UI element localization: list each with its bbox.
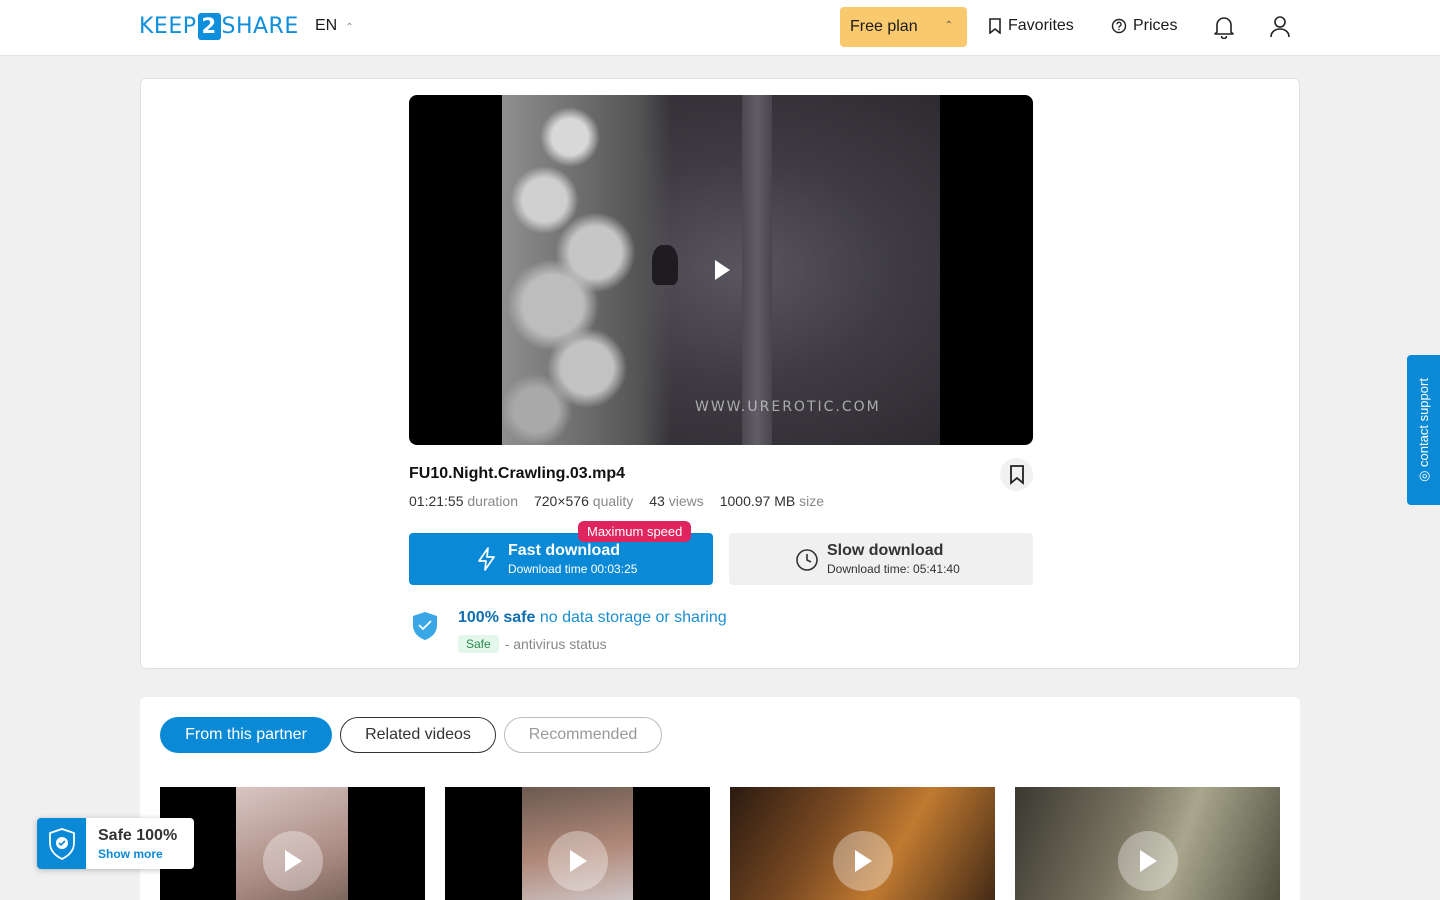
video-thumbnail[interactable] xyxy=(445,787,710,900)
prices-link[interactable]: Prices xyxy=(1111,17,1177,35)
contact-support-label: ◎ contact support xyxy=(1415,378,1431,482)
user-icon xyxy=(1270,16,1290,38)
bookmark-icon xyxy=(1009,464,1024,485)
play-button[interactable] xyxy=(548,831,608,891)
fast-download-time: Download time 00:03:25 xyxy=(508,562,638,576)
slow-download-title: Slow download xyxy=(827,542,944,559)
antivirus-status: Safe - antivirus status xyxy=(458,635,607,653)
meta-duration: 01:21:55 duration xyxy=(409,493,518,509)
status-badge: Safe xyxy=(458,635,499,653)
play-icon xyxy=(855,850,872,872)
help-circle-icon xyxy=(1111,18,1127,34)
video-foliage xyxy=(502,95,672,445)
tab-related-videos[interactable]: Related videos xyxy=(340,717,496,753)
plan-label: Free plan xyxy=(850,18,918,35)
favorites-link[interactable]: Favorites xyxy=(988,17,1074,35)
logo-number: 2 xyxy=(197,13,221,40)
bookmark-icon xyxy=(989,18,1001,34)
chevron-up-icon: ⌃ xyxy=(944,20,953,31)
tab-recommended[interactable]: Recommended xyxy=(504,717,662,753)
file-title: FU10.Night.Crawling.03.mp4 xyxy=(409,465,626,482)
account-button[interactable] xyxy=(1269,15,1291,44)
play-icon[interactable] xyxy=(712,258,732,282)
contact-support-tab[interactable]: ◎ contact support xyxy=(1407,355,1440,505)
video-figure xyxy=(652,245,678,285)
lightning-icon xyxy=(478,547,495,571)
video-thumbnail[interactable] xyxy=(160,787,425,900)
notifications-button[interactable] xyxy=(1213,15,1235,44)
logo-text-right: SHARE xyxy=(221,14,299,39)
language-selector[interactable]: EN ⌃ xyxy=(315,17,354,35)
show-more-link[interactable]: Show more xyxy=(98,847,163,861)
slow-download-button[interactable]: Slow download Download time: 05:41:40 xyxy=(729,533,1033,585)
play-icon xyxy=(285,850,302,872)
video-thumbnail[interactable] xyxy=(1015,787,1280,900)
favorites-label: Favorites xyxy=(1008,17,1074,34)
play-button[interactable] xyxy=(833,831,893,891)
file-meta: 01:21:55 duration 720×576 quality 43 vie… xyxy=(409,493,824,509)
play-icon xyxy=(1140,850,1157,872)
shield-check-icon xyxy=(413,612,437,640)
safe-widget[interactable]: Safe 100% Show more xyxy=(37,818,194,869)
video-thumbnail[interactable] xyxy=(730,787,995,900)
shield-check-icon xyxy=(48,827,75,860)
keep2share-logo[interactable]: KEEP 2 SHARE xyxy=(139,13,299,40)
top-header: KEEP 2 SHARE EN ⌃ Free plan ⌃ Favorites … xyxy=(0,0,1440,56)
free-plan-button[interactable]: Free plan ⌃ xyxy=(840,7,967,47)
play-icon xyxy=(570,850,587,872)
slow-download-time: Download time: 05:41:40 xyxy=(827,562,960,576)
prices-label: Prices xyxy=(1133,17,1178,34)
widget-side xyxy=(37,818,86,869)
add-to-favorites-button[interactable] xyxy=(1000,458,1033,491)
language-label: EN xyxy=(315,17,338,34)
related-section: From this partner Related videos Recomme… xyxy=(140,697,1300,900)
tab-from-this-partner[interactable]: From this partner xyxy=(160,717,332,753)
clock-icon xyxy=(796,549,818,571)
safety-headline: 100% safe no data storage or sharing xyxy=(458,609,727,626)
play-button[interactable] xyxy=(263,831,323,891)
widget-title: Safe 100% xyxy=(98,827,178,844)
meta-views: 43 views xyxy=(649,493,704,509)
play-button[interactable] xyxy=(1118,831,1178,891)
meta-size: 1000.97 MB size xyxy=(719,493,825,509)
chevron-up-icon: ⌃ xyxy=(345,21,354,33)
video-trunk xyxy=(742,95,772,445)
video-player[interactable]: WWW.UREROTIC.COM xyxy=(409,95,1033,445)
logo-text-left: KEEP xyxy=(139,14,197,39)
video-watermark: WWW.UREROTIC.COM xyxy=(695,399,881,415)
fast-download-title: Fast download xyxy=(508,542,620,559)
meta-quality: 720×576 quality xyxy=(533,493,634,509)
maximum-speed-badge: Maximum speed xyxy=(578,521,692,542)
file-card: WWW.UREROTIC.COM FU10.Night.Crawling.03.… xyxy=(140,78,1300,669)
bell-icon xyxy=(1214,17,1234,40)
antivirus-label: - antivirus status xyxy=(504,636,607,652)
